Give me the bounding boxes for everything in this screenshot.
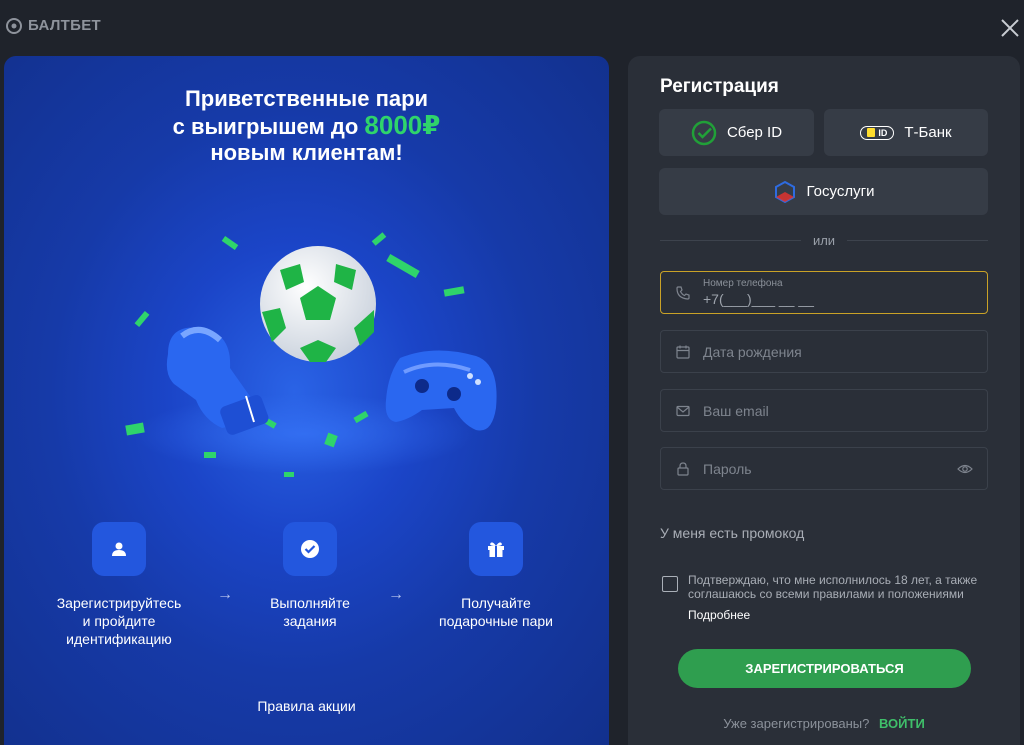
- tbank-label: Т-Банк: [904, 124, 952, 141]
- phone-field-content: Номер телефона +7(___)___ __ __: [703, 278, 814, 307]
- promo-panel: Приветственные пари с выигрышем до 8000₽…: [4, 56, 609, 745]
- step-tasks: Выполняйте задания: [220, 522, 400, 630]
- sber-id-button[interactable]: Сбер ID: [659, 109, 814, 156]
- step-gifts: Получайте подарочные пари: [406, 522, 586, 630]
- registration-panel: Регистрация Сбер ID ID Т-Банк Госуслуги …: [628, 56, 1020, 745]
- step-icon-box: [92, 522, 146, 576]
- divider-text: или: [812, 232, 836, 248]
- user-icon: [112, 542, 126, 556]
- gosuslugi-icon: [774, 180, 795, 203]
- step-text: Получайте подарочные пари: [438, 595, 554, 629]
- promo-title-line1: Приветственные пари: [184, 86, 429, 111]
- logo-icon: [6, 17, 22, 34]
- login-link[interactable]: ВОЙТИ: [879, 716, 925, 731]
- brand-logo[interactable]: БАЛТБЕТ: [6, 17, 101, 34]
- calendar-icon: [676, 345, 690, 359]
- phone-field[interactable]: Номер телефона +7(___)___ __ __: [660, 271, 988, 314]
- login-prompt: Уже зарегистрированы? ВОЙТИ: [628, 716, 1020, 731]
- step-arrow: →: [388, 586, 404, 603]
- or-divider: или: [660, 232, 989, 248]
- already-registered-text: Уже зарегистрированы?: [723, 716, 870, 731]
- tbank-badge-text: ID: [878, 127, 888, 138]
- register-button[interactable]: ЗАРЕГИСТРИРОВАТЬСЯ: [678, 649, 971, 688]
- consent-text: Подтверждаю, что мне исполнилось 18 лет,…: [688, 573, 978, 601]
- birthdate-input[interactable]: Дата рождения: [703, 344, 802, 360]
- password-field[interactable]: Пароль: [660, 447, 988, 490]
- gosuslugi-label: Госуслуги: [806, 183, 875, 200]
- promo-title-line2: с выигрышем до 8000₽: [4, 112, 609, 140]
- sber-id-label: Сбер ID: [726, 124, 783, 141]
- gosuslugi-button[interactable]: Госуслуги: [659, 168, 988, 215]
- step-text: Выполняйте задания: [270, 595, 350, 629]
- more-link[interactable]: Подробнее: [688, 608, 750, 622]
- step-register: Зарегистрируйтесь и пройдите идентификац…: [29, 522, 209, 648]
- tbank-button[interactable]: ID Т-Банк: [824, 109, 988, 156]
- soccer-ball: [260, 246, 376, 362]
- birthdate-field[interactable]: Дата рождения: [660, 330, 988, 373]
- mail-icon: [676, 405, 690, 416]
- gift-icon: [488, 542, 504, 557]
- phone-label: Номер телефона: [703, 278, 783, 289]
- eye-icon[interactable]: [957, 462, 973, 476]
- promo-title-prefix: с выигрышем до: [172, 114, 359, 139]
- email-field[interactable]: Ваш email: [660, 389, 988, 432]
- promo-title-line3: новым клиентам!: [210, 140, 403, 165]
- tbank-id-icon: ID: [860, 125, 895, 140]
- password-input[interactable]: Пароль: [703, 461, 752, 477]
- lock-icon: [677, 461, 689, 476]
- age-consent-checkbox[interactable]: [662, 576, 678, 592]
- registration-title: Регистрация: [660, 76, 779, 97]
- email-input[interactable]: Ваш email: [703, 403, 769, 419]
- phone-icon: [676, 285, 690, 300]
- promo-amount: 8000₽: [364, 110, 441, 140]
- brand-name: БАЛТБЕТ: [28, 17, 101, 34]
- close-icon: [1001, 19, 1019, 37]
- promo-rules-link[interactable]: Правила акции: [4, 698, 609, 714]
- promo-illustration: [125, 232, 497, 477]
- promo-title: Приветственные пари с выигрышем до 8000₽…: [4, 86, 609, 166]
- sber-icon: [691, 120, 717, 145]
- close-button[interactable]: [1000, 18, 1020, 38]
- step-icon-box: [469, 522, 523, 576]
- promo-code-toggle[interactable]: У меня есть промокод: [660, 525, 804, 541]
- phone-input[interactable]: +7(___)___ __ __: [703, 291, 814, 307]
- step-text: Зарегистрируйтесь и пройдите идентификац…: [56, 595, 182, 647]
- step-icon-box: [283, 522, 337, 576]
- check-icon: [301, 540, 319, 558]
